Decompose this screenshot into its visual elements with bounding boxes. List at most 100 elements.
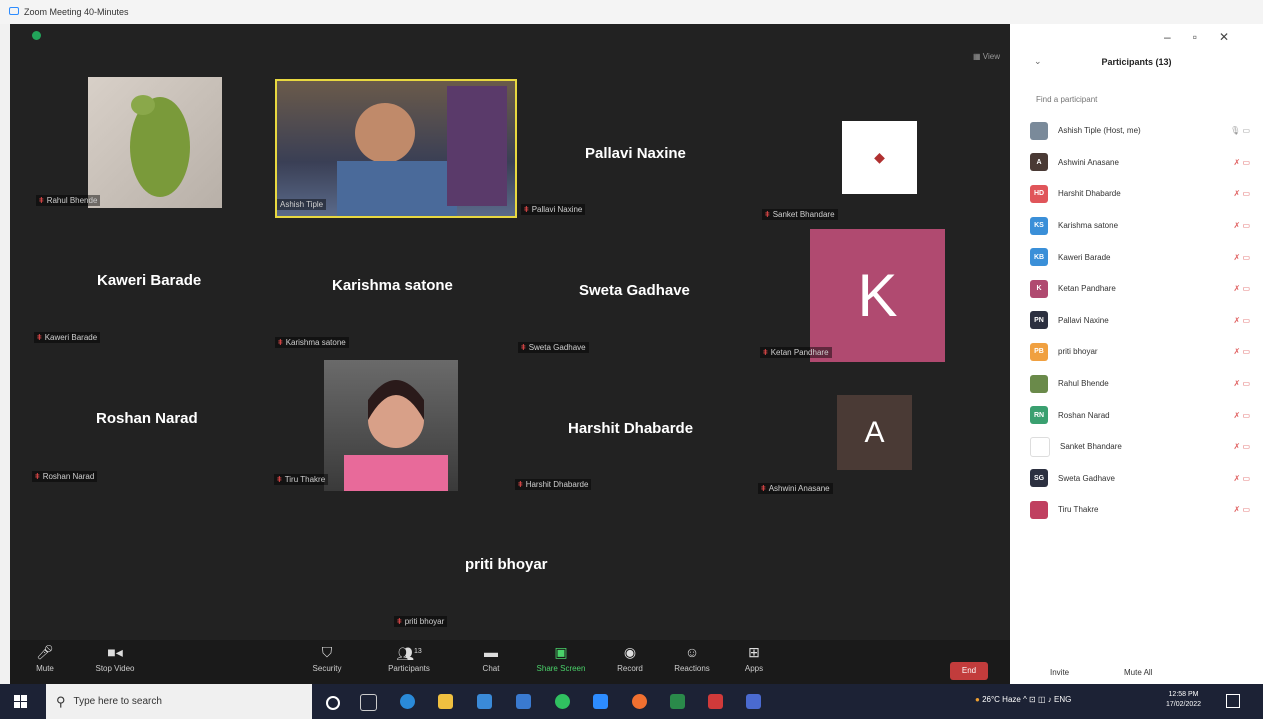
edge-icon[interactable] — [400, 694, 415, 709]
file-explorer-icon[interactable] — [438, 694, 453, 709]
muted-mic-video-icon: ✗ ▭ — [1233, 284, 1250, 294]
name-label-harshit: ǂ Harshit Dhabarde — [515, 479, 592, 490]
participant-row[interactable]: SG Sweta Gadhave ✗ ▭ — [1030, 463, 1256, 495]
apps-button[interactable]: ⊞ Apps — [719, 644, 789, 673]
video-rahul[interactable] — [88, 77, 222, 208]
display-name-karishma: Karishma satone — [332, 277, 453, 294]
share-screen-button[interactable]: ▣ Share Screen — [526, 644, 596, 673]
name-label-sanket: ǂ Sanket Bhandare — [762, 209, 838, 220]
firefox-icon[interactable] — [632, 694, 647, 709]
participant-row[interactable]: KS Karishma satone ✗ ▭ — [1030, 210, 1256, 242]
participant-name: Ketan Pandhare — [1058, 284, 1116, 294]
participant-avatar — [1030, 121, 1048, 140]
stop-video-button[interactable]: ■◂ Stop Video — [80, 644, 150, 673]
muted-mic-video-icon: ✗ ▭ — [1233, 442, 1250, 452]
participant-row[interactable]: A Ashwini Anasane ✗ ▭ — [1030, 147, 1256, 179]
participants-panel: –▫✕ ⌄ Participants (13) Ashish Tiple (Ho… — [1010, 24, 1263, 684]
chat-button[interactable]: ▬ Chat — [456, 644, 526, 673]
title-bar: Zoom Meeting 40-Minutes — [0, 0, 1263, 24]
avatar-ketan: K — [810, 229, 945, 362]
security-button[interactable]: ⛉ Security — [292, 644, 362, 673]
mail-icon[interactable] — [516, 694, 531, 709]
avatar-ashwini: A — [837, 395, 912, 470]
participant-avatar: KS — [1030, 216, 1048, 235]
name-label-rahul: ǂ Rahul Bhende — [36, 195, 101, 206]
participant-row[interactable]: K Ketan Pandhare ✗ ▭ — [1030, 273, 1256, 305]
photos-icon[interactable] — [746, 694, 761, 709]
share-screen-icon: ▣ — [554, 644, 568, 660]
meeting-gallery: ▦ View ǂ Rahul Bhende Ashish Tiple Pallav… — [10, 24, 1010, 664]
name-label-ashwini: ǂ Ashwini Anasane — [758, 483, 833, 494]
record-icon: ◉ — [623, 644, 637, 660]
video-ashish[interactable] — [275, 79, 517, 218]
participant-avatar: RN — [1030, 406, 1048, 425]
reactions-button[interactable]: ☺ Reactions — [657, 644, 727, 673]
participant-name: Kaweri Barade — [1058, 252, 1111, 262]
participant-search-input[interactable] — [1034, 94, 1248, 105]
person-video — [337, 86, 507, 216]
participant-row[interactable]: Sanket Bhandare ✗ ▭ — [1030, 431, 1256, 463]
participant-row[interactable]: Ashish Tiple (Host, me) 🎙︎ ▭ — [1030, 115, 1256, 147]
participant-row[interactable]: Rahul Bhende ✗ ▭ — [1030, 368, 1256, 400]
participant-name: Tiru Thakre — [1058, 505, 1099, 515]
participant-name: Sanket Bhandare — [1060, 442, 1122, 452]
display-name-priti: priti bhoyar — [465, 556, 548, 573]
video-tiru[interactable] — [324, 360, 458, 491]
name-label-tiru: ǂ Tiru Thakre — [274, 474, 329, 485]
people-icon: 👥︎13 — [396, 645, 422, 662]
panel-title: Participants (13) — [1101, 57, 1172, 67]
participant-name: Ashwini Anasane — [1058, 157, 1119, 167]
security-shield-icon[interactable] — [32, 31, 41, 40]
task-view-icon[interactable] — [360, 694, 377, 711]
invite-button[interactable]: Invite — [1050, 668, 1069, 677]
language-indicator[interactable]: ENG — [1054, 695, 1071, 704]
name-label-roshan: ǂ Roshan Narad — [32, 471, 98, 482]
store-icon[interactable] — [477, 694, 492, 709]
avatar-sanket: ◆ — [842, 121, 917, 194]
mute-all-button[interactable]: Mute All — [1124, 668, 1152, 677]
windows-taskbar: ⚲ Type here to search ● 26°C Haze ^ ⊡ ◫ … — [0, 684, 1263, 719]
participant-avatar — [1030, 500, 1048, 519]
participant-name: Roshan Narad — [1058, 410, 1110, 420]
view-label: View — [982, 52, 1000, 61]
windows-start-icon[interactable] — [14, 695, 28, 709]
name-label-pallavi: ǂ Pallavi Naxine — [521, 204, 586, 215]
participant-row[interactable]: HD Harshit Dhabarde ✗ ▭ — [1030, 178, 1256, 210]
muted-mic-video-icon: ✗ ▭ — [1233, 410, 1250, 420]
whatsapp-icon[interactable] — [555, 694, 570, 709]
muted-mic-video-icon: ✗ ▭ — [1233, 505, 1250, 515]
participant-row[interactable]: Tiru Thakre ✗ ▭ — [1030, 494, 1256, 526]
display-name-pallavi: Pallavi Naxine — [585, 145, 686, 162]
reactions-icon: ☺ — [684, 644, 700, 660]
participant-avatar: HD — [1030, 184, 1048, 203]
apps-icon: ⊞ — [748, 644, 760, 660]
participant-avatar — [1030, 436, 1050, 457]
participant-row[interactable]: RN Roshan Narad ✗ ▭ — [1030, 399, 1256, 431]
participant-row[interactable]: KB Kaweri Barade ✗ ▭ — [1030, 241, 1256, 273]
notification-icon[interactable] — [1226, 694, 1240, 708]
cortana-icon[interactable] — [326, 696, 340, 710]
participant-avatar: A — [1030, 153, 1048, 172]
weather-widget[interactable]: ● 26°C Haze ^ ⊡ ◫ ♪ ENG — [975, 695, 1071, 704]
participants-button[interactable]: 👥︎13 Participants — [374, 644, 444, 673]
muted-mic-video-icon: ✗ ▭ — [1233, 157, 1250, 167]
window-controls[interactable]: –▫✕ — [1164, 30, 1251, 44]
participant-avatar: PB — [1030, 342, 1048, 361]
search-icon: ⚲ — [56, 693, 66, 709]
participant-avatar — [1030, 374, 1048, 393]
view-button[interactable]: ▦ View — [973, 52, 1000, 61]
participant-row[interactable]: PB priti bhoyar ✗ ▭ — [1030, 336, 1256, 368]
taskbar-search-input[interactable]: ⚲ Type here to search — [46, 684, 312, 719]
zoom-taskbar-icon[interactable] — [593, 694, 608, 709]
name-label-karishma: ǂ Karishma satone — [275, 337, 349, 348]
participant-row[interactable]: PN Pallavi Naxine ✗ ▭ — [1030, 305, 1256, 337]
participant-name: Pallavi Naxine — [1058, 315, 1109, 325]
excel-icon[interactable] — [670, 694, 685, 709]
pdf-icon[interactable] — [708, 694, 723, 709]
record-button[interactable]: ◉ Record — [595, 644, 665, 673]
end-button[interactable]: End — [950, 662, 988, 680]
flag-icon: ◆ — [874, 149, 885, 165]
mute-button[interactable]: 🎤︎ Mute — [10, 644, 80, 673]
name-label-sweta: ǂ Sweta Gadhave — [518, 342, 589, 353]
system-clock[interactable]: 12:58 PM 17/02/2022 — [1166, 690, 1201, 710]
